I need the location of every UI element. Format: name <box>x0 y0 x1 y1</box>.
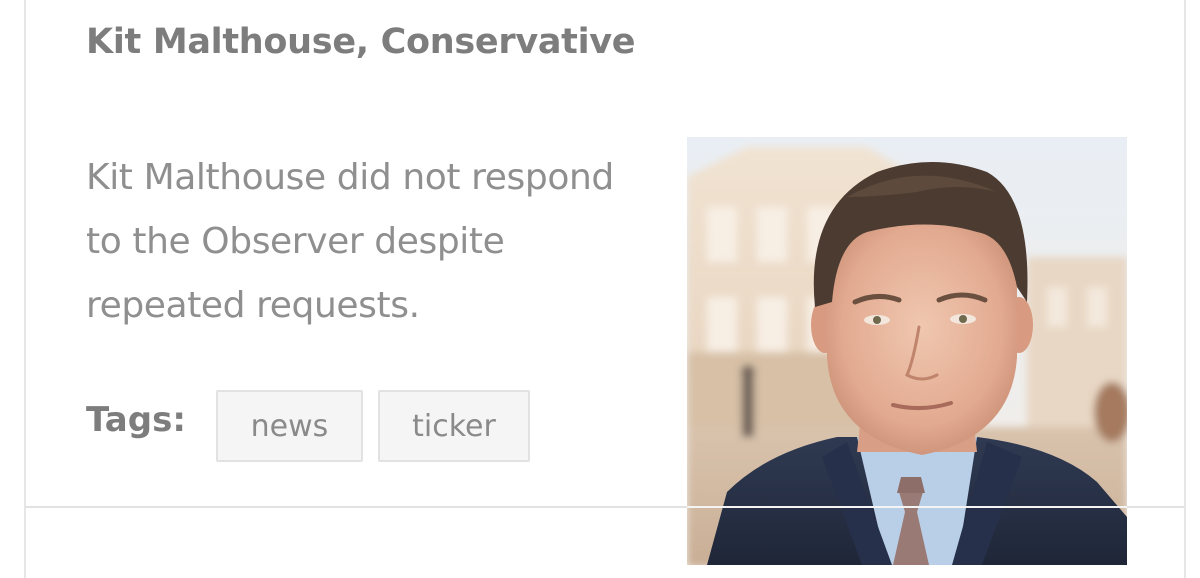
candidate-name-heading: Kit Malthouse, Conservative <box>86 22 636 62</box>
photo-overlay-rule <box>687 506 1127 508</box>
tag-ticker-link[interactable]: ticker <box>378 390 530 462</box>
candidate-statement: Kit Malthouse did not respond to the Obs… <box>86 157 614 326</box>
candidate-portrait-photo <box>687 137 1127 565</box>
tag-news-link[interactable]: news <box>216 390 363 462</box>
tags-label: Tags: <box>86 400 186 440</box>
